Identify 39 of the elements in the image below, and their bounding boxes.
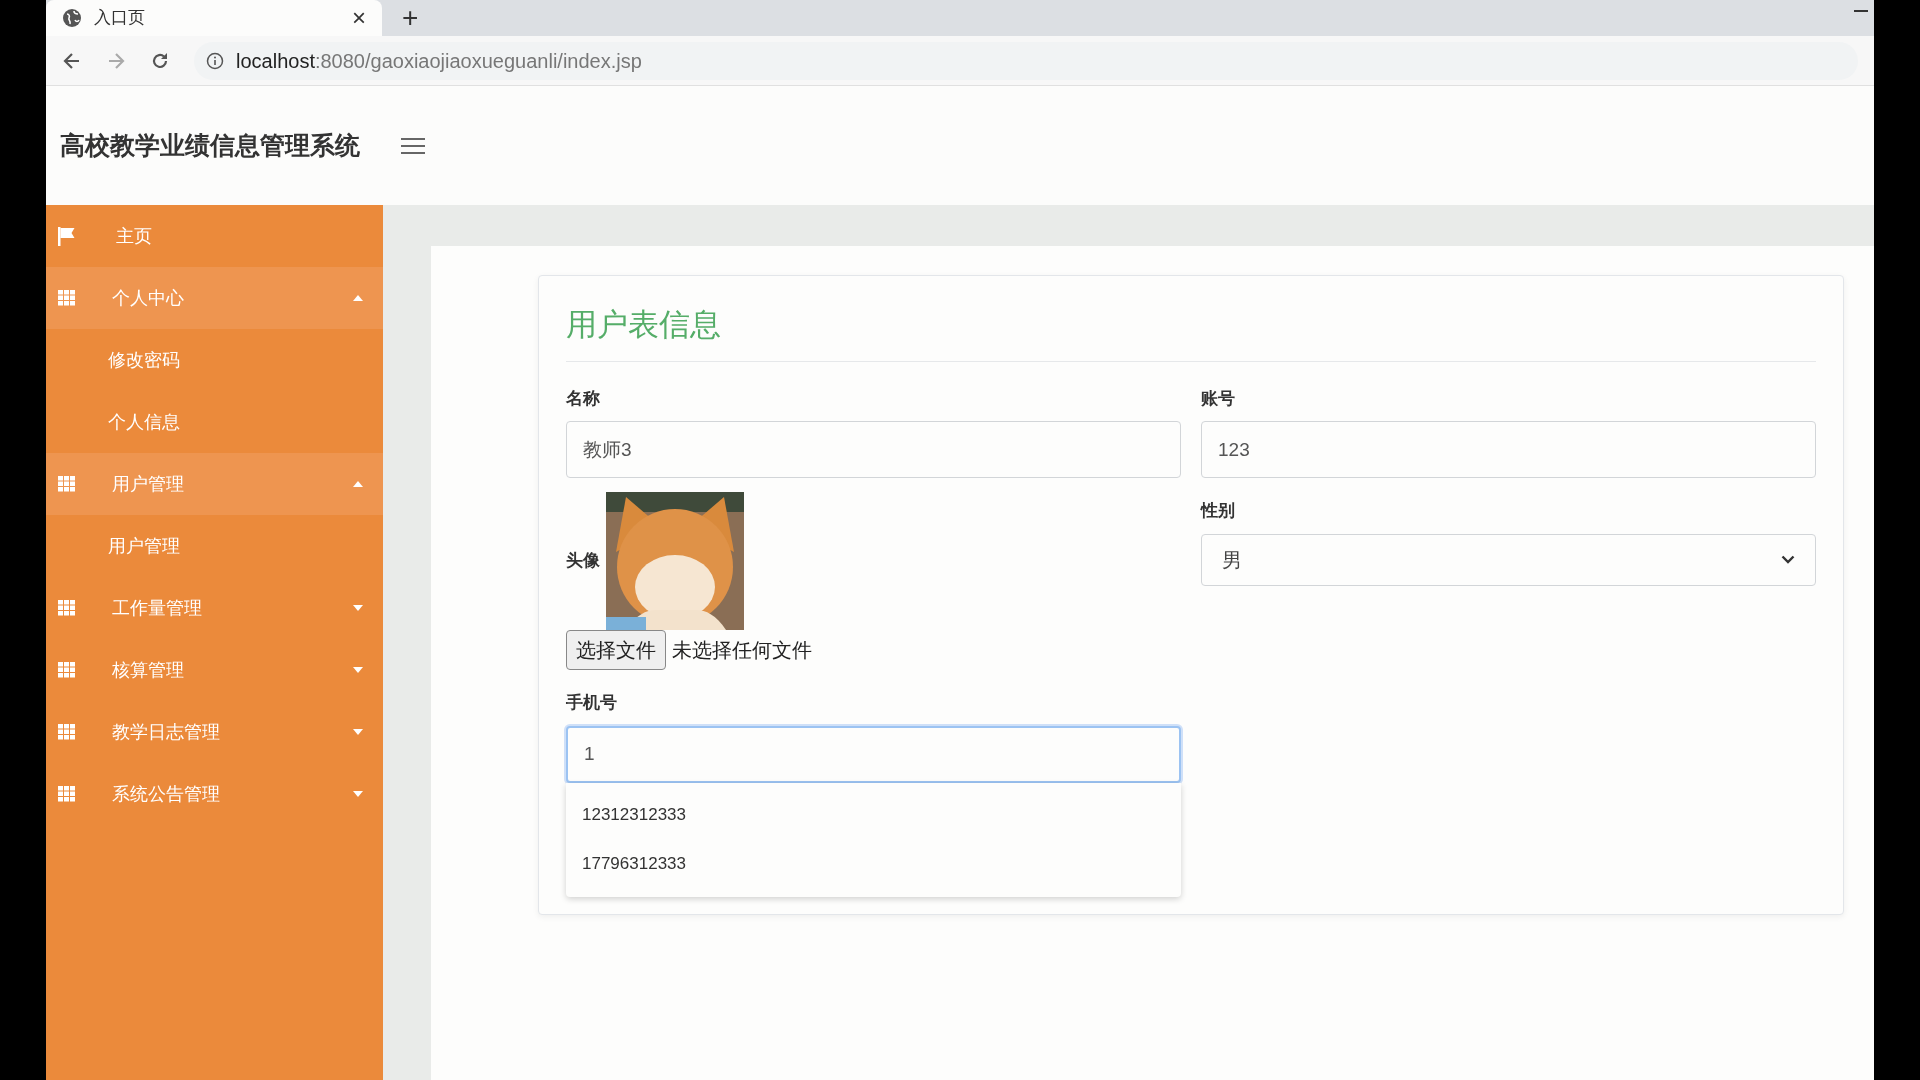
- suggestion-item[interactable]: 12312312333: [566, 790, 1181, 840]
- new-tab-button[interactable]: +: [402, 4, 419, 32]
- field-label: 手机号: [566, 692, 618, 714]
- file-status-text: 未选择任何文件: [672, 638, 812, 663]
- suggestion-item[interactable]: 17796312333: [566, 839, 1181, 889]
- input-field[interactable]: 教师3: [566, 421, 1181, 478]
- field-label: 名称: [566, 387, 601, 410]
- grid-icon: [58, 662, 77, 678]
- caret-up-icon: [353, 481, 363, 487]
- caret-down-icon: [353, 729, 363, 735]
- choose-file-button[interactable]: 选择文件: [566, 630, 666, 670]
- grid-icon: [58, 724, 77, 740]
- flag-icon: [58, 226, 76, 246]
- grid-icon: [58, 600, 77, 616]
- field-label: 账号: [1201, 387, 1236, 410]
- select-field[interactable]: 男: [1201, 533, 1816, 586]
- caret-down-icon: [353, 791, 363, 797]
- tab-title: 入口页: [94, 7, 146, 30]
- grid-icon: [58, 786, 77, 802]
- field-label: 头像: [566, 550, 600, 573]
- form-title: 用户表信息: [566, 302, 1816, 362]
- input-field[interactable]: 123: [1201, 421, 1816, 478]
- caret-down-icon: [353, 605, 363, 611]
- input-field[interactable]: 1: [566, 725, 1181, 783]
- grid-icon: [58, 290, 77, 306]
- back-icon[interactable]: [62, 50, 82, 71]
- info-icon: [206, 51, 224, 70]
- caret-up-icon: [353, 295, 363, 301]
- globe-icon: [62, 8, 82, 28]
- url-text: localhost:8080/gaoxiaojiaoxueguanli/index.jsp: [236, 48, 642, 74]
- field-label: 性别: [1201, 500, 1236, 522]
- address-bar[interactable]: localhost:8080/gaoxiaojiaoxueguanli/index.jsp: [194, 41, 1858, 80]
- app-title: 高校教学业绩信息管理系统: [60, 129, 360, 161]
- grid-icon: [58, 476, 77, 492]
- menu-icon[interactable]: [400, 135, 426, 156]
- close-tab-button[interactable]: ×: [352, 6, 366, 30]
- caret-down-icon: [353, 667, 363, 673]
- chevron-down-icon: [1781, 555, 1795, 564]
- browser-tab[interactable]: 入口页 ×: [46, 0, 382, 36]
